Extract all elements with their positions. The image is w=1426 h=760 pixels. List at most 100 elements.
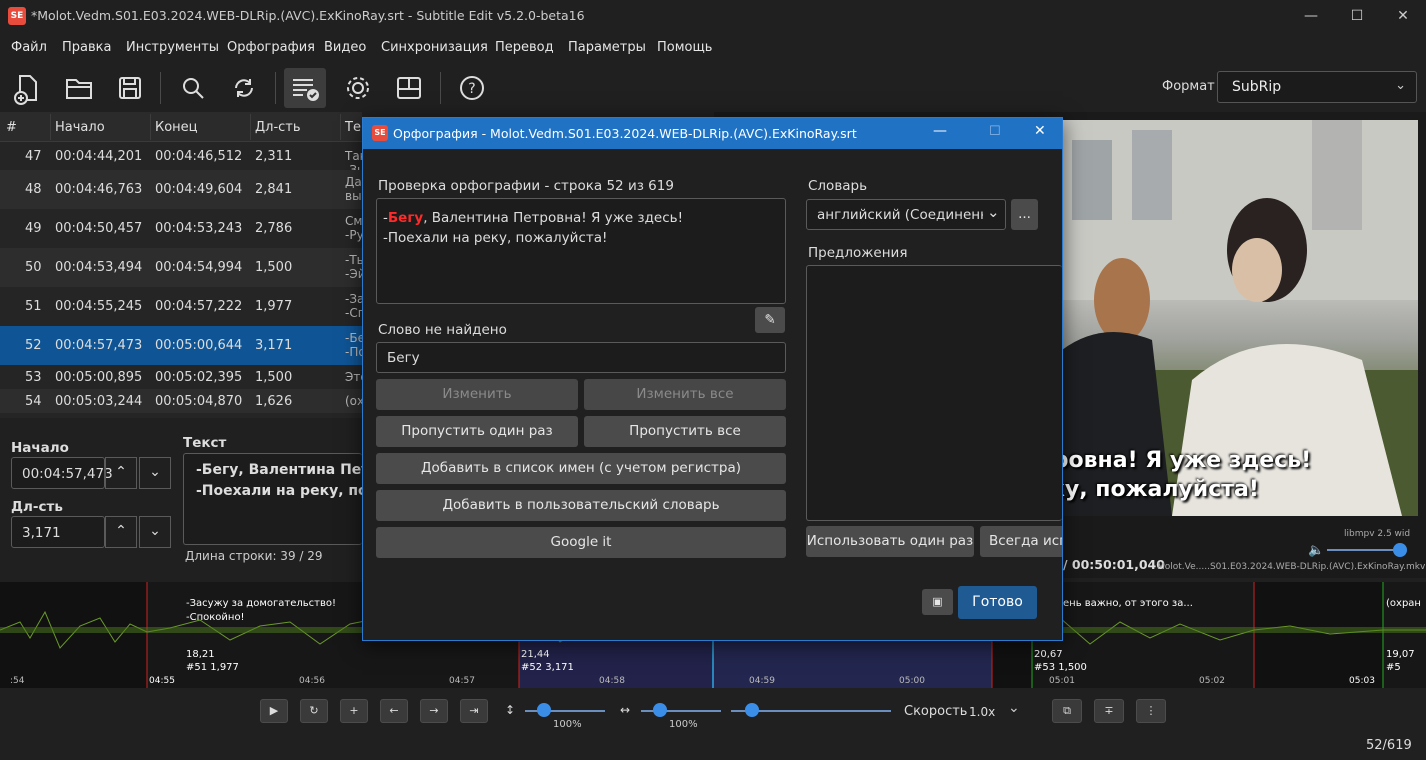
video-subtitle-line-1: тровна! Я уже здесь! [1062,448,1312,473]
speed-value[interactable]: 1.0x [969,705,995,719]
col-start[interactable]: Начало [55,120,105,135]
table-row[interactable]: 52 00:04:57,473 00:05:00,644 3,171 -Бе -По [0,326,366,365]
copy-layout-icon[interactable]: ⧉ [1052,699,1082,723]
menu-options[interactable]: Параметры [568,40,646,55]
use-once-button[interactable]: Использовать один раз [806,526,974,557]
column-divider [250,114,251,140]
line-length: Длина строки: 39 / 29 [185,549,323,563]
row-text: Да вы [345,175,362,203]
add-to-user-dictionary-button[interactable]: Добавить в пользовательский словарь [376,490,786,521]
window-title: *Molot.Vedm.S01.E03.2024.WEB-DLRip.(AVC)… [31,8,585,23]
start-time-value: 00:04:57,473 [22,466,113,482]
set-start-icon[interactable]: ← [380,699,408,723]
row-start: 00:04:55,245 [55,299,143,314]
split-icon[interactable]: ∓ [1094,699,1124,723]
set-end-icon[interactable]: → [420,699,448,723]
spellcheck-icon[interactable] [284,68,326,108]
go-end-icon[interactable]: ⇥ [460,699,488,723]
word-input[interactable]: Бегу [376,342,786,373]
subtitle-text-box[interactable]: -Бегу, Валентина Петро -Поехали на реку,… [183,453,362,545]
table-row[interactable]: 48 00:04:46,763 00:04:49,604 2,841 Да вы [0,170,362,209]
position-knob[interactable] [745,703,759,717]
volume-slider[interactable] [1327,549,1399,551]
skip-once-button[interactable]: Пропустить один раз [376,416,578,447]
add-icon[interactable]: + [340,699,368,723]
video-frame[interactable]: тровна! Я уже здесь! ку, пожалуйста! [1062,120,1418,516]
skip-all-button[interactable]: Пропустить все [584,416,786,447]
table-row[interactable]: 51 00:04:55,245 00:04:57,222 1,977 -За -Сп [0,287,366,326]
new-file-icon[interactable] [6,68,48,108]
always-use-button[interactable]: Всегда испо [980,526,1062,557]
duration-field[interactable]: 3,171 [11,516,105,548]
change-all-button[interactable]: Изменить все [584,379,786,410]
dictionary-select[interactable]: английский (Соединенн ⌄ [806,199,1006,230]
dialog-minimize-button[interactable]: — [933,123,947,139]
menu-sync[interactable]: Синхронизация [381,40,488,55]
maximize-button[interactable]: ☐ [1334,0,1380,32]
minimize-button[interactable]: — [1288,0,1334,32]
col-duration[interactable]: Дл-сть [255,120,301,135]
row-start: 00:04:57,473 [55,338,143,353]
menu-help[interactable]: Помощь [657,40,712,55]
menu-edit[interactable]: Правка [62,40,111,55]
play-icon[interactable]: ▶ [260,699,288,723]
menu-tools[interactable]: Инструменты [126,40,219,55]
more-options-icon[interactable]: ⋮ [1136,699,1166,723]
close-button[interactable]: ✕ [1380,0,1426,32]
table-row[interactable]: 54 00:05:03,244 00:05:04,870 1,626 (ох [0,389,364,413]
table-row[interactable]: 53 00:05:00,895 00:05:02,395 1,500 Это [0,365,368,389]
line-text-box[interactable]: -Бегу, Валентина Петровна! Я уже здесь! … [376,198,786,304]
table-row[interactable]: 4700:04:44,20100:04:46,5122,311Так -Зн [0,142,367,177]
menu-video[interactable]: Видео [324,40,366,55]
col-number[interactable]: # [6,120,17,135]
format-select[interactable]: SubRip ⌄ [1217,71,1417,103]
table-row[interactable]: 50 00:04:53,494 00:04:54,994 1,500 -Ть -Эй [0,248,366,287]
search-icon[interactable] [172,68,214,108]
vertical-zoom-knob[interactable] [537,703,551,717]
speed-chevron-down-icon[interactable]: ⌄ [1008,700,1020,716]
suggestions-list[interactable] [806,265,1062,521]
col-text[interactable]: Те [345,120,361,135]
volume-knob[interactable] [1393,543,1407,557]
dictionary-more-button[interactable]: ... [1011,199,1038,230]
replace-icon[interactable] [223,68,265,108]
row-end: 00:04:46,512 [155,148,243,164]
start-time-field[interactable]: 00:04:57,473 [11,457,113,489]
menu-spellcheck[interactable]: Орфография [227,40,315,55]
wave-sub-53: ень важно, от этого за... [1063,598,1193,609]
tick-label: 05:02 [1199,676,1225,686]
tick-label: 04:58 [599,676,625,686]
row-text: См -Ру [345,214,364,242]
col-end[interactable]: Конец [155,120,198,135]
menu-file[interactable]: Файл [11,40,47,55]
image-icon[interactable]: ▣ [922,589,953,615]
dialog-close-button[interactable]: ✕ [1034,123,1046,139]
duration-up-chevron-icon[interactable]: ⌃ [105,516,137,548]
edit-pencil-icon[interactable]: ✎ [755,307,785,333]
settings-gear-icon[interactable] [337,68,379,108]
volume-icon[interactable]: 🔈 [1308,543,1324,558]
horizontal-zoom-knob[interactable] [653,703,667,717]
row-number: 54 [25,393,42,409]
row-duration: 1,977 [255,299,293,314]
add-to-names-button[interactable]: Добавить в список имен (с учетом регистр… [376,453,786,484]
google-it-button[interactable]: Google it [376,527,786,558]
duration-down-chevron-icon[interactable]: ⌄ [139,516,171,548]
duration-label: Дл-сть [11,499,63,515]
wave-info-51-a: 18,21 [186,649,215,660]
edit-panel: Начало 00:04:57,473 ⌃ ⌄ Дл-сть 3,171 ⌃ ⌄… [0,428,362,578]
menu-translate[interactable]: Перевод [495,40,554,55]
save-icon[interactable] [109,68,151,108]
start-down-chevron-icon[interactable]: ⌄ [139,457,171,489]
open-folder-icon[interactable] [58,68,100,108]
column-divider [150,114,151,140]
svg-text:?: ? [468,81,475,97]
help-icon[interactable]: ? [451,68,493,108]
layout-icon[interactable] [388,68,430,108]
done-button[interactable]: Готово [958,586,1037,619]
start-up-chevron-icon[interactable]: ⌃ [105,457,137,489]
bottom-controls [0,688,1426,760]
repeat-icon[interactable]: ↻ [300,699,328,723]
change-button[interactable]: Изменить [376,379,578,410]
table-row[interactable]: 49 00:04:50,457 00:04:53,243 2,786 См -Ру [0,209,364,248]
